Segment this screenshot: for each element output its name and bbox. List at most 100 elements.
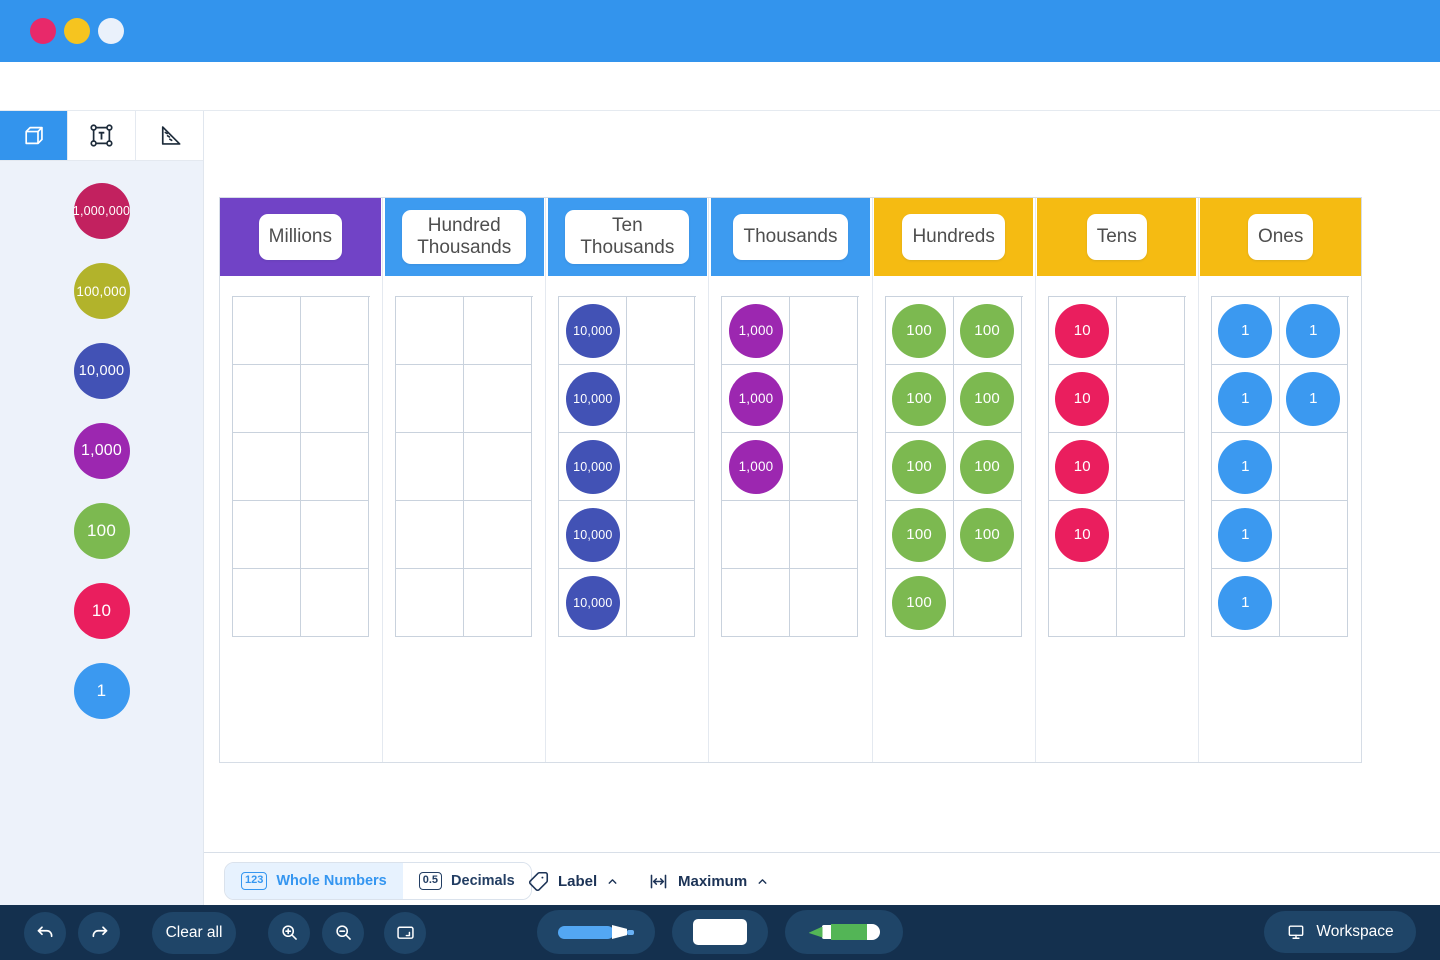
grid-cell[interactable] <box>1280 569 1348 637</box>
grid-cell[interactable]: 10,000 <box>559 297 627 365</box>
grid-cell[interactable]: 10,000 <box>559 501 627 569</box>
grid-cell[interactable] <box>464 569 532 637</box>
palette-disc-1000[interactable]: 1,000 <box>74 423 130 479</box>
grid-cell[interactable] <box>722 501 790 569</box>
grid-cell[interactable] <box>1280 501 1348 569</box>
disc-100[interactable]: 100 <box>960 440 1014 494</box>
tab-manipulatives[interactable] <box>0 111 68 160</box>
disc-1000[interactable]: 1,000 <box>729 372 783 426</box>
blue-pen-tool[interactable] <box>537 910 655 954</box>
grid-cell[interactable]: 10 <box>1049 433 1117 501</box>
clear-all-button[interactable]: Clear all <box>152 912 236 954</box>
grid-cell[interactable]: 1,000 <box>722 433 790 501</box>
grid-cell[interactable] <box>233 501 301 569</box>
grid-cell[interactable]: 100 <box>886 501 954 569</box>
grid-cell[interactable] <box>464 433 532 501</box>
disc-1000[interactable]: 1,000 <box>729 440 783 494</box>
disc-100[interactable]: 100 <box>892 372 946 426</box>
grid-cell[interactable]: 1 <box>1280 297 1348 365</box>
disc-1[interactable]: 1 <box>1286 304 1340 358</box>
disc-1[interactable]: 1 <box>1218 576 1272 630</box>
disc-100[interactable]: 100 <box>960 508 1014 562</box>
grid-cell[interactable] <box>627 433 695 501</box>
grid-cell[interactable]: 100 <box>954 297 1022 365</box>
disc-100[interactable]: 100 <box>960 372 1014 426</box>
disc-100[interactable]: 100 <box>892 508 946 562</box>
disc-1000[interactable]: 1,000 <box>729 304 783 358</box>
palette-disc-100000[interactable]: 100,000 <box>74 263 130 319</box>
grid-cell[interactable]: 1 <box>1212 297 1280 365</box>
zoom-window-dot[interactable] <box>98 18 124 44</box>
disc-10000[interactable]: 10,000 <box>566 440 620 494</box>
disc-1[interactable]: 1 <box>1218 372 1272 426</box>
disc-10000[interactable]: 10,000 <box>566 508 620 562</box>
maximum-dropdown[interactable]: Maximum <box>648 862 769 900</box>
grid-cell[interactable] <box>1117 433 1185 501</box>
disc-10[interactable]: 10 <box>1055 372 1109 426</box>
label-dropdown[interactable]: Label <box>528 862 619 900</box>
grid-cell[interactable] <box>233 297 301 365</box>
disc-100[interactable]: 100 <box>960 304 1014 358</box>
grid-cell[interactable] <box>1049 569 1117 637</box>
grid-cell[interactable]: 100 <box>886 365 954 433</box>
disc-1[interactable]: 1 <box>1218 440 1272 494</box>
grid-cell[interactable]: 10 <box>1049 365 1117 433</box>
grid-cell[interactable] <box>464 501 532 569</box>
grid-cell[interactable]: 1 <box>1280 365 1348 433</box>
grid-cell[interactable] <box>464 365 532 433</box>
fit-screen-button[interactable] <box>384 912 426 954</box>
palette-disc-10[interactable]: 10 <box>74 583 130 639</box>
palette-disc-1[interactable]: 1 <box>74 663 130 719</box>
grid-cell[interactable] <box>396 297 464 365</box>
close-window-dot[interactable] <box>30 18 56 44</box>
grid-cell[interactable] <box>396 365 464 433</box>
disc-10[interactable]: 10 <box>1055 508 1109 562</box>
disc-10000[interactable]: 10,000 <box>566 372 620 426</box>
grid-cell[interactable]: 1,000 <box>722 365 790 433</box>
grid-cell[interactable]: 10,000 <box>559 433 627 501</box>
grid-cell[interactable]: 100 <box>954 365 1022 433</box>
palette-disc-1000000[interactable]: 1,000,000 <box>74 183 130 239</box>
tab-ruler-tool[interactable] <box>136 111 203 160</box>
grid-cell[interactable] <box>790 297 858 365</box>
grid-cell[interactable] <box>233 569 301 637</box>
disc-10000[interactable]: 10,000 <box>566 304 620 358</box>
grid-cell[interactable]: 100 <box>954 433 1022 501</box>
eraser-tool[interactable] <box>672 910 768 954</box>
grid-cell[interactable]: 1 <box>1212 365 1280 433</box>
grid-cell[interactable]: 100 <box>954 501 1022 569</box>
grid-cell[interactable] <box>301 297 369 365</box>
tab-text-tool[interactable] <box>68 111 136 160</box>
grid-cell[interactable] <box>790 501 858 569</box>
grid-cell[interactable] <box>627 501 695 569</box>
grid-cell[interactable]: 10,000 <box>559 569 627 637</box>
grid-cell[interactable]: 1 <box>1212 569 1280 637</box>
grid-cell[interactable] <box>954 569 1022 637</box>
palette-disc-10000[interactable]: 10,000 <box>74 343 130 399</box>
grid-cell[interactable]: 1 <box>1212 501 1280 569</box>
grid-cell[interactable] <box>301 501 369 569</box>
grid-cell[interactable] <box>1117 501 1185 569</box>
grid-cell[interactable] <box>1117 569 1185 637</box>
disc-100[interactable]: 100 <box>892 576 946 630</box>
grid-cell[interactable] <box>1117 297 1185 365</box>
palette-disc-100[interactable]: 100 <box>74 503 130 559</box>
zoom-out-button[interactable] <box>322 912 364 954</box>
grid-cell[interactable] <box>627 297 695 365</box>
grid-cell[interactable]: 100 <box>886 569 954 637</box>
zoom-in-button[interactable] <box>268 912 310 954</box>
grid-cell[interactable] <box>1117 365 1185 433</box>
grid-cell[interactable]: 10 <box>1049 501 1117 569</box>
grid-cell[interactable] <box>301 569 369 637</box>
grid-cell[interactable]: 10,000 <box>559 365 627 433</box>
grid-cell[interactable] <box>790 365 858 433</box>
grid-cell[interactable] <box>790 433 858 501</box>
grid-cell[interactable] <box>396 501 464 569</box>
grid-cell[interactable] <box>233 433 301 501</box>
disc-10000[interactable]: 10,000 <box>566 576 620 630</box>
grid-cell[interactable] <box>396 569 464 637</box>
green-marker-tool[interactable] <box>785 910 903 954</box>
grid-cell[interactable] <box>301 433 369 501</box>
minimize-window-dot[interactable] <box>64 18 90 44</box>
grid-cell[interactable] <box>627 569 695 637</box>
